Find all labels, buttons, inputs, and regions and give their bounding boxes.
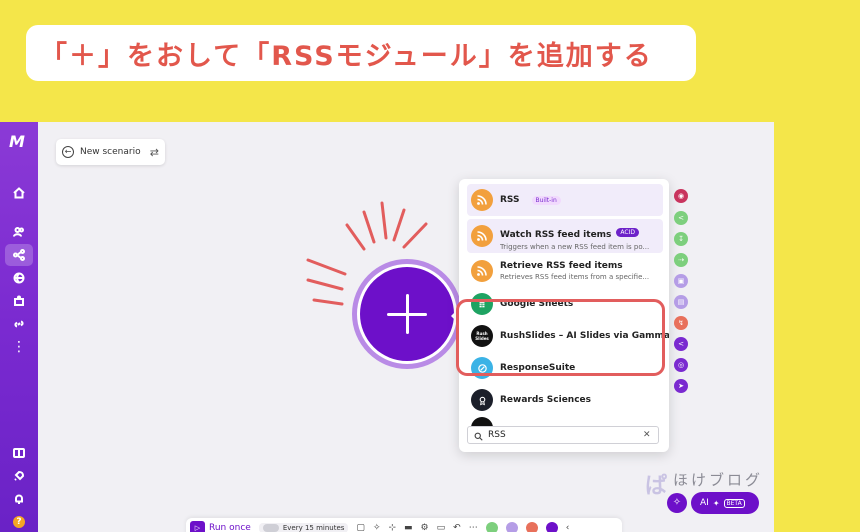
make-ai-icon[interactable]: ◎: [674, 358, 688, 372]
text-icon[interactable]: [505, 522, 518, 532]
align-icon[interactable]: ⊹: [388, 523, 396, 532]
scenario-header: ← New scenario ⇄: [56, 139, 165, 165]
run-once-label: Run once: [209, 523, 251, 532]
sidebar: M ⋮ ?: [0, 122, 38, 532]
run-once-button[interactable]: ▷ Run once: [190, 520, 251, 532]
rss-icon: [471, 225, 493, 247]
ai-assistant-button[interactable]: AI ✦ BETA: [691, 492, 759, 514]
clear-icon[interactable]: ✕: [643, 430, 651, 440]
list-item-rss[interactable]: RSS Built-in: [467, 184, 663, 216]
back-arrow-icon[interactable]: ←: [62, 146, 74, 158]
bottom-toolbar: ▷ Run once Every 15 minutes ▢ ✧ ⊹ ▬ ⚙ ▭ …: [186, 518, 622, 532]
schedule-toggle[interactable]: Every 15 minutes: [258, 523, 349, 532]
banner-text: 「＋」をおして「RSSモジュール」を追加する: [40, 40, 653, 72]
swap-icon[interactable]: ⇄: [150, 146, 159, 159]
list-item-watch-rss[interactable]: Watch RSS feed items ACID Triggers when a…: [467, 219, 663, 253]
bell-icon[interactable]: [5, 488, 33, 510]
toggle-switch[interactable]: [262, 524, 279, 532]
make-logo[interactable]: M: [9, 132, 25, 151]
undo-icon[interactable]: ↶: [453, 523, 461, 532]
app-search-field[interactable]: ✕: [467, 426, 659, 444]
watermark-text: ほけブログ: [673, 471, 764, 489]
beta-badge: BETA: [723, 498, 745, 508]
builtin-badge: Built-in: [531, 195, 561, 205]
rewards-sciences-icon: [471, 389, 493, 411]
tools-icon[interactable]: [485, 522, 498, 532]
help-icon[interactable]: ?: [5, 511, 33, 532]
flow-icon[interactable]: ▬: [404, 523, 413, 532]
more-vertical-icon[interactable]: ⋮: [5, 336, 33, 358]
flow-control-icon[interactable]: ↯: [674, 316, 688, 330]
tools-icon[interactable]: ▣: [674, 274, 688, 288]
list-item-retrieve-rss[interactable]: Retrieve RSS feed items Retrieves RSS fe…: [467, 256, 663, 286]
list-item-rewards-sciences[interactable]: Rewards Sciences: [467, 384, 663, 416]
book-icon[interactable]: [5, 442, 33, 464]
instruction-banner: 「＋」をおして「RSSモジュール」を追加する: [26, 25, 696, 81]
ai-label: AI: [700, 498, 709, 508]
magic-wand-icon[interactable]: ✧: [373, 523, 381, 532]
webhook-icon[interactable]: ◉: [674, 189, 688, 203]
search-input[interactable]: [488, 430, 638, 440]
play-icon: ▷: [190, 520, 205, 532]
acid-badge: ACID: [616, 227, 639, 237]
team-icon[interactable]: [5, 221, 33, 243]
ai-agent-icon[interactable]: <: [674, 337, 688, 351]
route-icon[interactable]: ↧: [674, 232, 688, 246]
item-title: Rewards Sciences: [500, 395, 592, 405]
search-icon: [474, 426, 483, 445]
flow-control-icon[interactable]: [525, 522, 538, 532]
more-horizontal-icon[interactable]: ⋯: [469, 523, 478, 532]
apps-puzzle-icon[interactable]: [5, 290, 33, 312]
flow-icon[interactable]: ⇢: [674, 253, 688, 267]
watermark-logo-icon: ぱ: [645, 474, 668, 499]
globe-icon[interactable]: [5, 267, 33, 289]
share-icon[interactable]: <: [674, 211, 688, 225]
schedule-label: Every 15 minutes: [282, 524, 345, 532]
sparkle-icon: ✦: [712, 498, 720, 508]
item-title: RSS: [500, 195, 520, 205]
add-icon[interactable]: [545, 522, 558, 532]
scenario-name[interactable]: New scenario: [80, 147, 144, 157]
item-subtitle: Triggers when a new RSS feed item is po.…: [500, 242, 650, 251]
settings-icon[interactable]: ⚙: [421, 523, 429, 532]
rss-icon: [471, 189, 493, 211]
connections-link-icon[interactable]: [5, 313, 33, 335]
scenarios-icon[interactable]: [5, 244, 33, 266]
rocket-icon[interactable]: [5, 465, 33, 487]
collapse-icon[interactable]: ‹: [566, 523, 570, 532]
home-icon[interactable]: [5, 182, 33, 204]
highlight-frame: [456, 299, 665, 376]
item-title: Retrieve RSS feed items: [500, 261, 623, 271]
bulb-icon[interactable]: ✧: [667, 493, 687, 513]
save-icon[interactable]: ▢: [356, 523, 365, 532]
text-parser-icon[interactable]: ▤: [674, 295, 688, 309]
add-module-button[interactable]: [357, 264, 457, 364]
rss-icon: [471, 260, 493, 282]
send-icon[interactable]: ➤: [674, 379, 688, 393]
item-title: Watch RSS feed items: [500, 229, 612, 240]
item-subtitle: Retrieves RSS feed items from a specifie…: [500, 273, 650, 281]
notes-icon[interactable]: ▭: [437, 523, 446, 532]
